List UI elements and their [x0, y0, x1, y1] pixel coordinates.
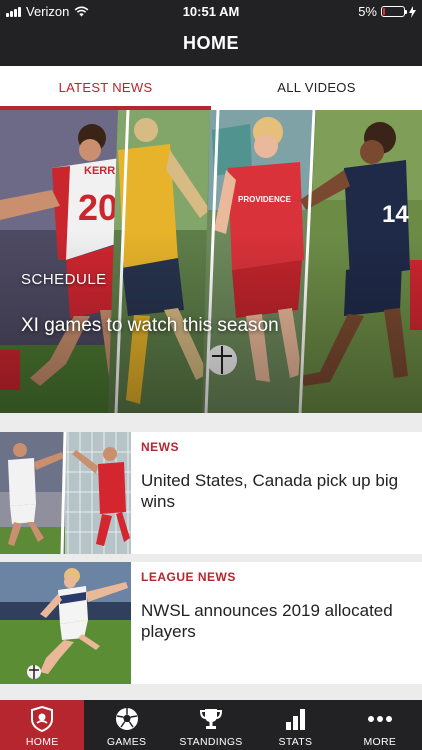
bar-chart-icon	[253, 706, 337, 732]
status-bar: Verizon 10:51 AM 5%	[0, 0, 422, 22]
jersey-number-front: 20	[78, 187, 118, 228]
battery-level	[383, 8, 385, 15]
app-screen: Verizon 10:51 AM 5% HOME LATEST NEWS ALL…	[0, 0, 422, 750]
nav-home[interactable]: HOME	[0, 700, 85, 750]
news-thumbnail-image	[0, 432, 131, 554]
nav-stats[interactable]: STATS	[253, 700, 337, 750]
hero-category: SCHEDULE	[21, 271, 107, 288]
nav-standings-label: STANDINGS	[179, 736, 243, 748]
nwsl-shield-icon	[0, 706, 84, 732]
tab-all-videos[interactable]: ALL VIDEOS	[211, 66, 422, 110]
news-thumbnail	[0, 562, 131, 684]
tab-bar: LATEST NEWS ALL VIDEOS	[0, 66, 422, 110]
nav-games-label: GAMES	[106, 736, 147, 748]
news-category: NEWS	[141, 440, 179, 454]
status-bar-right: 5%	[358, 4, 416, 19]
nav-stats-label: STATS	[278, 736, 313, 748]
soccer-ball-icon	[84, 706, 168, 732]
news-title[interactable]: NWSL announces 2019 allocated players	[141, 600, 411, 642]
tab-latest-news[interactable]: LATEST NEWS	[0, 66, 211, 110]
nav-more[interactable]: MORE	[338, 700, 422, 750]
news-card[interactable]: LEAGUE NEWS NWSL announces 2019 allocate…	[0, 562, 422, 684]
hero-title[interactable]: XI games to watch this season	[21, 315, 279, 337]
app-header: HOME	[0, 22, 422, 66]
more-dots-icon	[338, 706, 422, 732]
page-title: HOME	[183, 33, 239, 53]
nav-standings[interactable]: STANDINGS	[169, 700, 253, 750]
jersey-name: KERR	[84, 165, 115, 177]
nav-home-label: HOME	[25, 736, 59, 748]
news-title[interactable]: United States, Canada pick up big wins	[141, 470, 411, 512]
news-card[interactable]: NEWS United States, Canada pick up big w…	[0, 432, 422, 554]
nav-more-label: MORE	[363, 736, 397, 748]
trophy-icon	[169, 706, 253, 732]
news-thumbnail-image	[0, 562, 131, 684]
jersey-number-back: 14	[382, 201, 409, 228]
jersey-sponsor: PROVIDENCE	[238, 195, 292, 204]
news-thumbnail	[0, 432, 131, 554]
nav-games[interactable]: GAMES	[84, 700, 168, 750]
news-category: LEAGUE NEWS	[141, 570, 236, 584]
battery-icon	[381, 6, 407, 17]
charging-bolt-icon	[409, 5, 416, 18]
hero-story[interactable]: KERR 20 PROVIDENCE 14 SCHEDULE XI games …	[0, 110, 422, 413]
battery-percent: 5%	[358, 4, 377, 19]
bottom-nav: HOME GAMES STANDINGS STATS MORE	[0, 700, 422, 750]
